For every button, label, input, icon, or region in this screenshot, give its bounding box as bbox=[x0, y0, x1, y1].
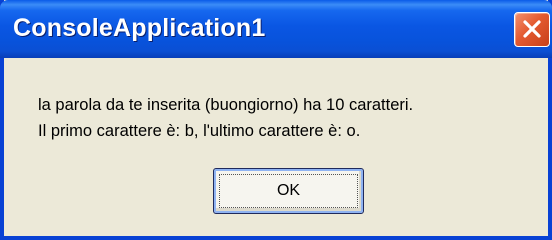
message-box-window: ConsoleApplication1 la parola da te inse… bbox=[0, 0, 552, 240]
window-title: ConsoleApplication1 bbox=[13, 14, 266, 42]
close-button[interactable] bbox=[514, 12, 550, 47]
ok-button-label: OK bbox=[276, 182, 301, 199]
close-icon bbox=[523, 20, 541, 38]
message-line-2: Il primo carattere è: b, l'ultimo caratt… bbox=[38, 122, 361, 140]
message-line-1: la parola da te inserita (buongiorno) ha… bbox=[38, 96, 414, 114]
ok-button[interactable]: OK bbox=[213, 168, 364, 214]
window-bottom-border bbox=[4, 236, 548, 240]
message-text: la parola da te inserita (buongiorno) ha… bbox=[38, 92, 413, 144]
title-bar[interactable]: ConsoleApplication1 bbox=[0, 0, 552, 58]
